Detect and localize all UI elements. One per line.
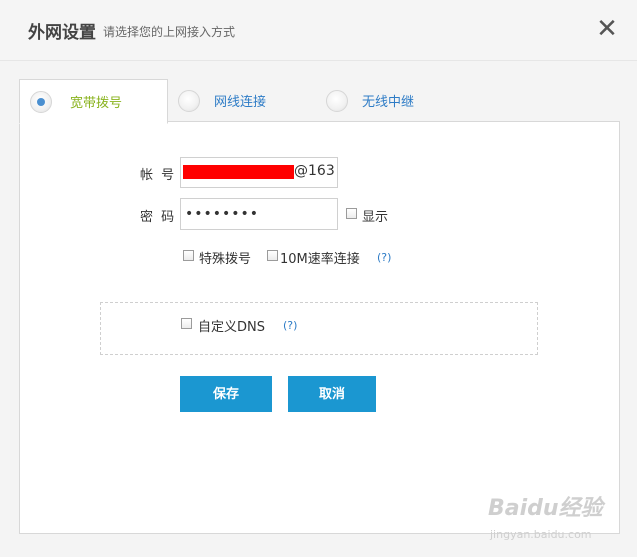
tab-label: 宽带拨号 [70, 96, 123, 111]
save-button[interactable]: 保存 [180, 376, 272, 412]
special-dial-checkbox[interactable] [183, 250, 194, 261]
show-password-label: 显示 [362, 210, 389, 225]
tab-label: 无线中继 [362, 95, 415, 110]
speed-help-link[interactable]: (?) [377, 251, 391, 264]
special-dial-label: 特殊拨号 [199, 252, 252, 267]
redaction-bar [183, 165, 294, 179]
tab-broadband-dialup[interactable]: 宽带拨号 [19, 79, 168, 124]
tab-wired-connection[interactable]: 网线连接 [178, 79, 266, 122]
custom-dns-label: 自定义DNS [198, 320, 265, 335]
account-suffix: @163 [294, 163, 335, 179]
show-password-checkbox[interactable] [346, 208, 357, 219]
custom-dns-checkbox[interactable] [181, 318, 192, 329]
baidu-watermark: Baidu经验 [488, 496, 603, 521]
radio-icon[interactable] [178, 89, 200, 112]
dialog-header: 外网设置 请选择您的上网接入方式 ✕ [0, 0, 637, 61]
password-label: 密 码 [140, 210, 177, 225]
cancel-button[interactable]: 取消 [288, 376, 376, 412]
radio-icon[interactable] [30, 90, 52, 113]
dns-help-link[interactable]: (?) [283, 319, 297, 332]
speed-10m-label: 10M速率连接 [280, 252, 360, 267]
radio-icon[interactable] [326, 89, 348, 112]
password-input[interactable] [180, 198, 338, 230]
tab-wireless-repeater[interactable]: 无线中继 [326, 79, 414, 122]
dialog-subtitle: 请选择您的上网接入方式 [103, 25, 236, 39]
custom-dns-section [100, 302, 538, 355]
close-icon[interactable]: ✕ [592, 14, 622, 44]
speed-10m-checkbox[interactable] [267, 250, 278, 261]
tab-label: 网线连接 [214, 95, 267, 110]
account-label: 帐 号 [140, 168, 177, 183]
baidu-watermark-url: jingyan.baidu.com [490, 528, 592, 541]
dialog-title: 外网设置 [28, 23, 96, 43]
wan-settings-dialog: 外网设置 请选择您的上网接入方式 ✕ 宽带拨号 网线连接 无线中继 帐 号 @1… [0, 0, 637, 557]
